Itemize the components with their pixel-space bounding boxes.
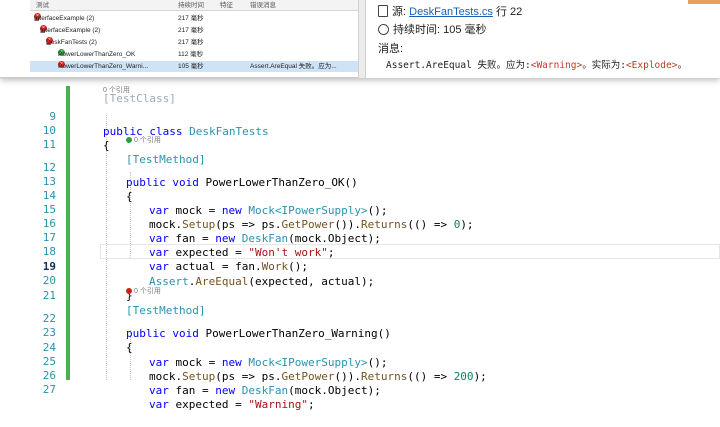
failure-message[interactable]: Assert.AreEqual 失败。应为:<Warning>。实际为:<Exp… <box>386 57 687 71</box>
line-number: 27 <box>42 383 56 396</box>
code-line[interactable]: 26 var fan = new DeskFan(mock.Object); <box>0 353 720 397</box>
pane-splitter[interactable] <box>358 0 366 78</box>
duration-label: 持续时间: <box>393 24 441 36</box>
test-name: PowerLowerThanZero_Warni... <box>58 63 149 70</box>
window-edge-accent <box>688 0 720 4</box>
code-line[interactable]: 18 var actual = fan.Work(); <box>0 229 720 273</box>
code-line[interactable]: 17 var expected = "Won't work"; <box>0 215 720 259</box>
test-duration: 217 毫秒 <box>178 39 204 46</box>
references-count[interactable]: 0 个引用 <box>134 288 161 295</box>
code-line[interactable]: 23 { <box>0 310 720 354</box>
test-row[interactable]: ◢×DeskFanTests (2) 217 毫秒 <box>30 37 358 48</box>
test-duration: 112 毫秒 <box>178 51 204 58</box>
source-file-link[interactable]: DeskFanTests.cs <box>409 6 493 18</box>
test-detail-pane: 源: DeskFanTests.cs 行 22 持续时间: 105 毫秒 消息:… <box>366 0 720 78</box>
codelens-hint-method-ok[interactable]: 0 个引用 <box>0 136 720 145</box>
duration-row: 持续时间: 105 毫秒 <box>378 21 487 37</box>
test-name: InterfaceExample (2) <box>34 15 95 22</box>
test-name: DeskFanTests (2) <box>46 39 97 46</box>
column-header-duration[interactable]: 持续时间 <box>178 1 204 10</box>
test-row[interactable]: ✓ PowerLowerThanZero_OK 112 毫秒 <box>30 49 358 60</box>
column-header-traits[interactable]: 特征 <box>220 1 233 10</box>
expected-value: <Warning> <box>530 60 583 71</box>
code-line[interactable]: 21 [TestMethod] <box>0 273 720 317</box>
code-line[interactable]: 12 public void PowerLowerThanZero_OK() <box>0 145 720 189</box>
code-line[interactable]: 14 var mock = new Mock<IPowerSupply>(); <box>0 173 720 217</box>
duration-value: 105 毫秒 <box>443 24 487 36</box>
test-name: PowerLowerThanZero_OK <box>58 51 136 58</box>
test-error-message: Assert.AreEqual 失败。应为... <box>250 63 337 70</box>
source-line: 行 22 <box>495 6 523 18</box>
code-line[interactable]: 25 mock.Setup(ps => ps.GetPower()).Retur… <box>0 339 720 383</box>
document-icon <box>378 5 388 17</box>
code-line[interactable]: 15 mock.Setup(ps => ps.GetPower()).Retur… <box>0 187 720 231</box>
test-list-header: 测试 持续时间 特征 错误消息 <box>30 0 358 11</box>
clock-icon <box>378 24 389 35</box>
source-label: 源: <box>392 6 407 18</box>
code-line[interactable]: 10 { <box>0 108 720 152</box>
test-row[interactable]: ◢×InterfaceExample (2) 217 毫秒 <box>30 13 358 24</box>
test-results-popup: 测试 持续时间 特征 错误消息 ◢×InterfaceExample (2) 2… <box>0 0 720 78</box>
test-row-selected[interactable]: × PowerLowerThanZero_Warni... 105 毫秒 Asse… <box>30 61 358 72</box>
code-line[interactable]: 9 public class DeskFanTests <box>0 94 720 138</box>
test-duration: 217 毫秒 <box>178 15 204 22</box>
code-line[interactable]: 13 { <box>0 159 720 203</box>
test-list[interactable]: 测试 持续时间 特征 错误消息 ◢×InterfaceExample (2) 2… <box>30 0 358 78</box>
source-row: 源: DeskFanTests.cs 行 22 <box>378 3 522 19</box>
codelens-hint-method-warning[interactable]: 0 个引用 <box>0 287 720 296</box>
message-label: 消息: <box>378 43 404 55</box>
column-header-test[interactable]: 测试 <box>36 1 49 10</box>
test-duration: 217 毫秒 <box>178 27 204 34</box>
code-line[interactable]: 16 var fan = new DeskFan(mock.Object); <box>0 201 720 245</box>
references-count[interactable]: 0 个引用 <box>134 137 161 144</box>
test-duration: 105 毫秒 <box>178 63 204 70</box>
code-line-current[interactable]: 19 Assert.AreEqual(expected, actual); <box>0 244 720 288</box>
test-fail-icon <box>126 288 132 294</box>
test-row[interactable]: ◢×InterfaceExample (2) 217 毫秒 <box>30 25 358 36</box>
test-pass-icon <box>126 137 132 143</box>
code-text: var fan = new DeskFan(mock.Object); <box>149 384 381 397</box>
column-header-error[interactable]: 错误消息 <box>250 1 276 10</box>
test-name: InterfaceExample (2) <box>40 27 101 34</box>
code-line[interactable]: 22 public void PowerLowerThanZero_Warnin… <box>0 296 720 340</box>
code-line[interactable]: 11 [TestMethod] <box>0 122 720 166</box>
code-line[interactable]: 24 var mock = new Mock<IPowerSupply>(); <box>0 325 720 369</box>
actual-value: <Explode> <box>625 60 678 71</box>
code-line[interactable]: 20 } <box>0 258 720 302</box>
code-text: var expected = "Warning"; <box>149 398 315 411</box>
